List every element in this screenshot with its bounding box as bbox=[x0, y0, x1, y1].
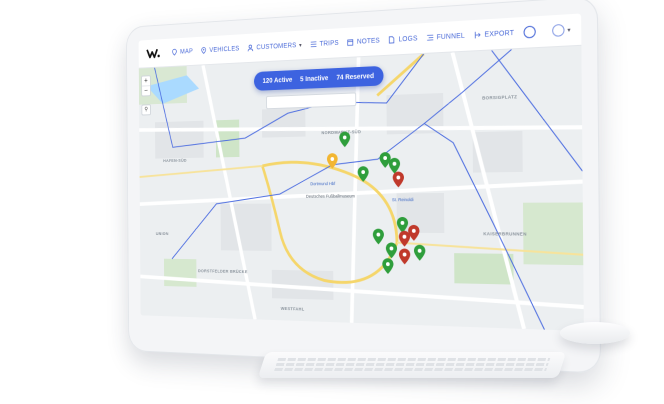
avatar-icon bbox=[552, 24, 565, 37]
account-menu[interactable]: ▾ bbox=[552, 23, 571, 37]
nav-item-label: TRIPS bbox=[319, 39, 338, 47]
document-icon bbox=[388, 36, 396, 44]
app-screen: MAP VEHICLES CUSTOMERS ▾ TRIPS NOTES LOG… bbox=[139, 13, 584, 331]
vehicle-marker-active[interactable] bbox=[414, 245, 426, 261]
green-pin-icon bbox=[339, 132, 350, 148]
nav-item-funnel[interactable]: FUNNEL bbox=[426, 32, 465, 42]
vehicle-marker-active[interactable] bbox=[358, 166, 369, 182]
vehicle-marker-inactive[interactable] bbox=[393, 172, 404, 188]
map-label: HAFEN-SÜD bbox=[163, 158, 187, 163]
chevron-down-icon: ▾ bbox=[299, 42, 302, 49]
vehicle-marker-inactive[interactable] bbox=[399, 249, 410, 265]
reserved-count: 74 Reserved bbox=[336, 73, 374, 81]
export-icon bbox=[474, 31, 482, 40]
nav-item-customers[interactable]: CUSTOMERS ▾ bbox=[247, 41, 302, 52]
map-view[interactable]: + − ⚲ 120 Active 5 Inactive 74 Reserved … bbox=[139, 46, 584, 331]
zoom-in-button[interactable]: + bbox=[142, 76, 150, 86]
map-tiles bbox=[139, 46, 584, 331]
vehicle-marker-inactive[interactable] bbox=[408, 225, 419, 241]
nav-item-label: NOTES bbox=[357, 37, 380, 45]
vehicle-marker-active[interactable] bbox=[339, 132, 350, 148]
nav-item-label: EXPORT bbox=[484, 29, 514, 38]
map-label: UNION bbox=[156, 231, 169, 236]
red-pin-icon bbox=[393, 172, 404, 188]
list-icon bbox=[310, 40, 317, 48]
map-pin-icon bbox=[171, 48, 177, 56]
nav-item-map[interactable]: MAP bbox=[171, 47, 193, 56]
keyboard-keys bbox=[276, 363, 549, 366]
nav-item-logs[interactable]: LOGS bbox=[388, 34, 417, 44]
map-label: Dortmund Hbf bbox=[310, 181, 335, 186]
yellow-pin-icon bbox=[327, 153, 338, 169]
green-pin-icon bbox=[382, 258, 393, 274]
monitor: MAP VEHICLES CUSTOMERS ▾ TRIPS NOTES LOG… bbox=[126, 0, 601, 374]
map-label: DORSTFELDER BRÜCKE bbox=[198, 268, 248, 274]
nav-item-export[interactable]: EXPORT bbox=[474, 29, 515, 39]
chevron-down-icon: ▾ bbox=[567, 26, 570, 33]
vehicle-marker-active[interactable] bbox=[382, 258, 393, 274]
nav-item-label: VEHICLES bbox=[209, 45, 239, 53]
map-label: KAISERBRUNNEN bbox=[483, 231, 526, 236]
keyboard-keys bbox=[274, 368, 547, 371]
nav-item-label: FUNNEL bbox=[437, 32, 465, 41]
map-search-button[interactable]: ⚲ bbox=[141, 104, 151, 115]
red-pin-icon bbox=[408, 225, 419, 241]
vehicle-marker-active[interactable] bbox=[373, 229, 384, 245]
green-pin-icon bbox=[373, 229, 384, 245]
w-logo-icon[interactable] bbox=[147, 47, 161, 60]
user-icon bbox=[247, 44, 254, 52]
map-label: Deutsches Fußballmuseum bbox=[306, 194, 355, 199]
zoom-control: + − bbox=[141, 75, 151, 96]
nav-right-actions: ▾ bbox=[523, 23, 571, 38]
list-icon bbox=[426, 33, 434, 41]
mouse bbox=[560, 322, 630, 344]
keyboard-keys bbox=[277, 358, 550, 361]
product-scene: MAP VEHICLES CUSTOMERS ▾ TRIPS NOTES LOG… bbox=[0, 0, 664, 404]
zoom-out-button[interactable]: − bbox=[142, 86, 150, 95]
vehicle-marker-reserved[interactable] bbox=[327, 153, 338, 169]
vehicle-marker-active[interactable] bbox=[386, 242, 397, 258]
language-globe-icon[interactable] bbox=[523, 26, 535, 39]
nav-item-label: MAP bbox=[180, 48, 193, 55]
nav-item-vehicles[interactable]: VEHICLES bbox=[200, 45, 239, 55]
green-pin-icon bbox=[358, 166, 369, 182]
map-label: WESTFAHL bbox=[281, 306, 305, 312]
keyboard bbox=[258, 352, 566, 378]
red-pin-icon bbox=[399, 249, 410, 265]
nav-item-label: CUSTOMERS bbox=[256, 42, 296, 51]
green-pin-icon bbox=[414, 245, 426, 261]
active-count: 120 Active bbox=[263, 76, 293, 84]
calendar-icon bbox=[347, 38, 354, 46]
nav-item-notes[interactable]: NOTES bbox=[347, 37, 380, 47]
nav-item-label: LOGS bbox=[398, 35, 417, 43]
inactive-count: 5 Inactive bbox=[300, 75, 328, 83]
nav-item-trips[interactable]: TRIPS bbox=[310, 39, 339, 48]
green-pin-icon bbox=[386, 242, 397, 258]
map-label: St. Reinoldi bbox=[392, 197, 414, 202]
location-icon bbox=[200, 47, 207, 55]
